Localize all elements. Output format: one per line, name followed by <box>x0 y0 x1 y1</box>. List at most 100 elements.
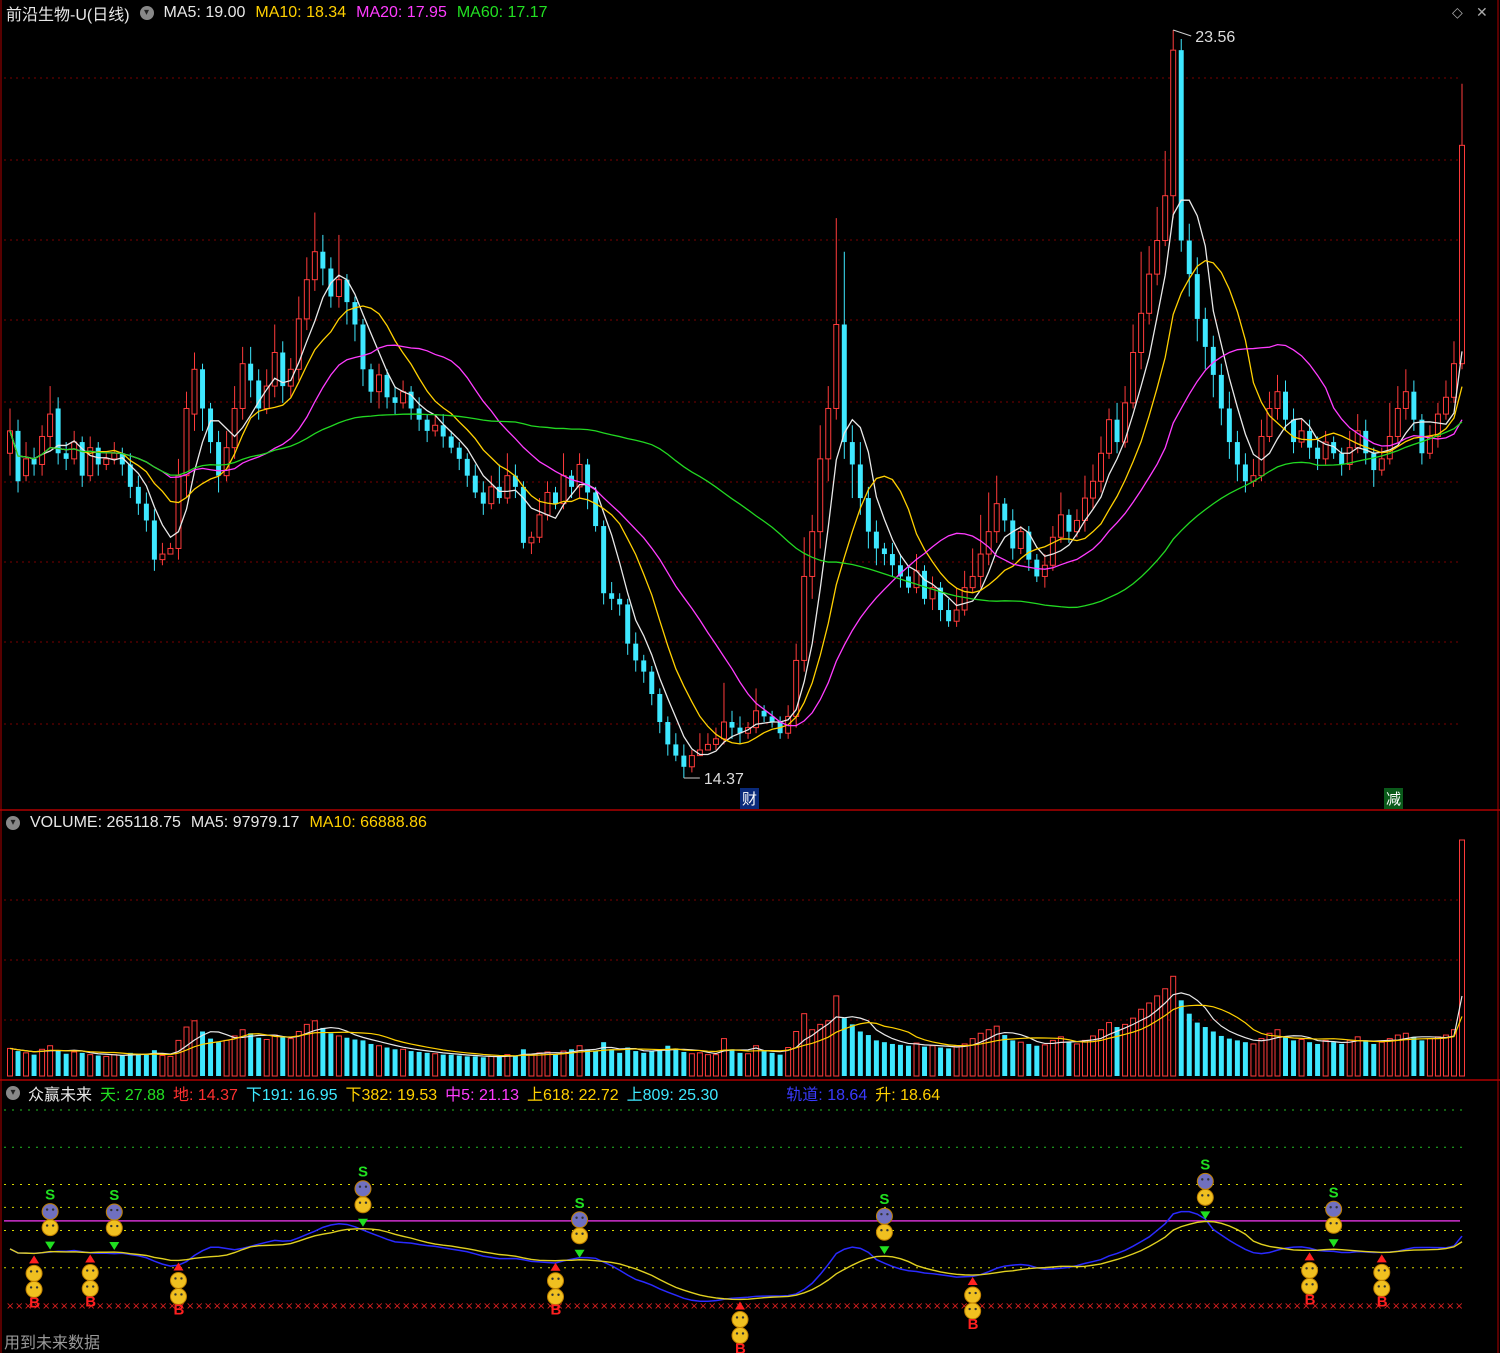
face-eye <box>575 1232 578 1235</box>
volume-bar-down <box>938 1047 944 1076</box>
candle-up <box>1138 312 1145 353</box>
candle-up <box>560 475 567 505</box>
floor-marker: × <box>447 1301 455 1312</box>
face-eye <box>45 1224 49 1227</box>
volume-bar-up <box>825 1020 832 1077</box>
sell-letter: S <box>45 1187 55 1204</box>
floor-marker: × <box>1446 1301 1454 1312</box>
face-eye <box>1201 1178 1204 1181</box>
volume-bar-down <box>1114 1027 1120 1076</box>
floor-marker: × <box>879 1301 887 1312</box>
guidao-label: 轨道: 18.64 <box>786 1087 868 1104</box>
floor-marker: × <box>915 1301 923 1312</box>
volume-bar-up <box>560 1050 567 1077</box>
volume-bar-down <box>841 1018 847 1076</box>
smile-face-icon <box>571 1227 589 1245</box>
candle-up <box>1402 391 1409 409</box>
candle-down <box>641 660 647 672</box>
volume-bar-down <box>617 1052 623 1076</box>
face-eye <box>116 1208 119 1212</box>
volume-bar-down <box>633 1051 639 1076</box>
floor-marker: × <box>249 1301 257 1312</box>
face-eye <box>1335 1206 1338 1209</box>
volume-bar-down <box>280 1036 286 1076</box>
candle-down <box>448 436 454 448</box>
floor-marker: × <box>771 1301 779 1312</box>
candle-down <box>1315 447 1321 459</box>
face-eye <box>358 1201 362 1204</box>
volume-bar-up <box>504 1054 511 1077</box>
stock-title[interactable]: 前沿生物-U(日线) <box>6 1 130 25</box>
candle-up <box>1170 49 1177 197</box>
di-label: 地: 14.37 <box>172 1087 238 1104</box>
settings-icon[interactable]: ▾ <box>139 6 154 20</box>
floor-marker: × <box>537 1301 545 1312</box>
sad-face-icon <box>571 1211 589 1229</box>
floor-marker: × <box>510 1301 518 1312</box>
face-eye <box>575 1216 578 1219</box>
volume-settings-icon[interactable]: ▾ <box>6 816 20 830</box>
candle-up <box>1057 514 1064 538</box>
floor-marker: × <box>690 1301 698 1312</box>
candle-up <box>977 553 984 577</box>
face-eye <box>1377 1269 1380 1272</box>
candle-down <box>424 419 430 431</box>
candle-down <box>1010 520 1016 549</box>
volume-bar-down <box>641 1052 647 1076</box>
face-eye <box>92 1269 95 1272</box>
candle-up <box>1098 452 1104 482</box>
face-eye <box>174 1277 177 1280</box>
volume-bar-down <box>1315 1043 1321 1076</box>
volume-bar-up <box>271 1034 278 1077</box>
face-eye <box>110 1208 113 1212</box>
diamond-icon[interactable]: ◇ <box>1452 4 1463 21</box>
smile-face-icon <box>41 1219 59 1237</box>
face-eye <box>51 1208 55 1211</box>
floor-marker: × <box>438 1301 446 1312</box>
floor-marker: × <box>987 1301 995 1312</box>
volume-bar-up <box>528 1054 535 1077</box>
volume-bar-down <box>368 1043 374 1076</box>
smile-face-icon <box>81 1264 99 1282</box>
volume-bar-down <box>55 1050 61 1076</box>
floor-marker: × <box>1257 1301 1265 1312</box>
smile-face-icon <box>1196 1188 1214 1206</box>
floor-marker: × <box>96 1301 104 1312</box>
event-tag-jian[interactable]: 减 <box>1384 788 1404 809</box>
floor-marker: × <box>1032 1301 1040 1312</box>
volume-bar-up <box>1170 975 1177 1077</box>
tian-label: 天: 27.88 <box>100 1087 165 1104</box>
floor-marker: × <box>1275 1301 1283 1312</box>
candle-down <box>873 531 879 549</box>
close-icon[interactable]: ✕ <box>1476 4 1488 21</box>
volume-bar-up <box>432 1053 439 1077</box>
floor-marker: × <box>1077 1301 1085 1312</box>
candle-down <box>657 694 663 723</box>
floor-marker: × <box>861 1301 869 1312</box>
volume-bar-up <box>488 1055 495 1077</box>
floor-marker: × <box>1401 1301 1409 1312</box>
volume-bar-down <box>135 1053 141 1076</box>
event-tag-cai[interactable]: 财 <box>740 788 760 809</box>
candle-down <box>601 526 607 594</box>
sell-letter: S <box>575 1195 585 1212</box>
volume-bar-up <box>111 1054 118 1077</box>
volume-bar-down <box>649 1051 655 1076</box>
candle-down <box>456 447 462 459</box>
candle-down <box>1218 374 1224 409</box>
floor-marker: × <box>1005 1301 1013 1312</box>
indicator-name[interactable]: 众赢未来 <box>28 1081 92 1105</box>
floor-marker: × <box>717 1301 725 1312</box>
volume-bar-down <box>1339 1043 1345 1076</box>
volume-bar-up <box>1122 1023 1129 1077</box>
floor-marker: × <box>366 1301 374 1312</box>
candle-up <box>103 458 110 465</box>
floor-marker: × <box>456 1301 464 1312</box>
floor-marker: × <box>1023 1301 1031 1312</box>
volume-bar-down <box>1178 1000 1184 1076</box>
volume-bar-down <box>1242 1042 1248 1076</box>
indicator-settings-icon[interactable]: ▾ <box>6 1086 20 1100</box>
floor-marker: × <box>339 1301 347 1312</box>
floor-marker: × <box>1203 1301 1211 1312</box>
candle-down <box>1411 391 1417 420</box>
